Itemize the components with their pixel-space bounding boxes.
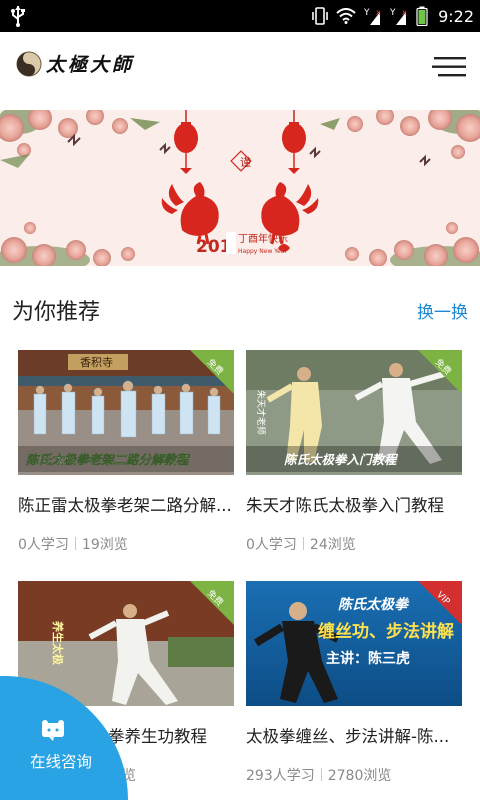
learner-count: 0人学习: [246, 537, 297, 553]
app-logo[interactable]: 太極大師: [16, 50, 134, 77]
section-title: 为你推荐: [12, 300, 101, 325]
svg-text:Y: Y: [390, 8, 396, 18]
course-title[interactable]: 陈正雷太极拳老架二路分解...: [18, 492, 238, 516]
refresh-button[interactable]: 换一换: [417, 298, 468, 323]
svg-text:主讲：陈三虎: 主讲：陈三虎: [326, 650, 410, 667]
learner-count: 0人学习: [18, 537, 69, 553]
signal-icon: Y x: [364, 8, 381, 25]
consult-label: 在线咨询: [30, 753, 93, 771]
svg-text:陈氏太极拳入门教程: 陈氏太极拳入门教程: [284, 452, 399, 467]
course-title[interactable]: 拳养生功教程: [108, 723, 234, 747]
battery-icon: [416, 6, 428, 26]
promo-banner[interactable]: 谨 201 丁酉年快乐 Happy New Year: [0, 110, 480, 266]
yin-yang-icon: [16, 51, 42, 76]
course-stats: 293人学习 2780浏览: [246, 765, 391, 785]
svg-text:谨: 谨: [240, 155, 251, 169]
svg-text:朱天才老师: 朱天才老师: [255, 390, 267, 435]
course-thumbnail: 陈氏太极拳 缠丝功、步法讲解 主讲：陈三虎 VIP: [246, 581, 462, 706]
svg-text:陈氏太极拳老架二路分解教程: 陈氏太极拳老架二路分解教程: [26, 452, 191, 467]
svg-text:x: x: [376, 8, 381, 17]
chat-icon: [42, 720, 64, 741]
svg-text:缠丝功、步法讲解: 缠丝功、步法讲解: [318, 621, 454, 642]
view-count: 2780浏览: [327, 768, 392, 784]
app-header: 太極大師: [0, 32, 480, 110]
usb-icon: [11, 6, 25, 27]
course-title[interactable]: 朱天才陈氏太极拳入门教程: [246, 492, 466, 516]
banner-artwork: 谨 201 丁酉年快乐 Happy New Year: [0, 110, 480, 266]
view-count: 19浏览: [81, 537, 128, 553]
app-name: 太極大師: [46, 54, 135, 76]
course-title[interactable]: 太极拳缠丝、步法讲解-陈...: [246, 723, 466, 747]
divider: [302, 537, 304, 550]
svg-text:x: x: [402, 8, 407, 17]
svg-text:养生太极: 养生太极: [51, 620, 65, 666]
course-stats: 0人学习 24浏览: [246, 534, 356, 554]
svg-text:Y: Y: [364, 8, 370, 18]
hamburger-menu-icon: [432, 57, 466, 77]
status-bar: Y x Y x 9:22: [0, 0, 480, 32]
svg-text:香积寺: 香积寺: [80, 356, 113, 369]
view-count: 24浏览: [309, 537, 356, 553]
wifi-icon: [336, 8, 356, 24]
vibrate-icon: [312, 7, 328, 25]
divider: [320, 768, 322, 781]
course-thumbnail: 朱天才老师 陈氏太极拳入门教程 免费: [246, 350, 462, 475]
signal-icon: Y x: [390, 8, 407, 25]
menu-button[interactable]: [432, 56, 466, 78]
divider: [74, 537, 76, 550]
svg-text:陈氏太极拳: 陈氏太极拳: [338, 596, 410, 613]
clock: 9:22: [438, 6, 474, 26]
course-thumbnail: 香积寺 陈氏太极拳老架二路分解教程 免费: [18, 350, 234, 475]
svg-text:丁酉年快乐: 丁酉年快乐: [238, 232, 288, 245]
course-stats: 0人学习 19浏览: [18, 534, 128, 554]
learner-count: 293人学习: [246, 768, 315, 784]
